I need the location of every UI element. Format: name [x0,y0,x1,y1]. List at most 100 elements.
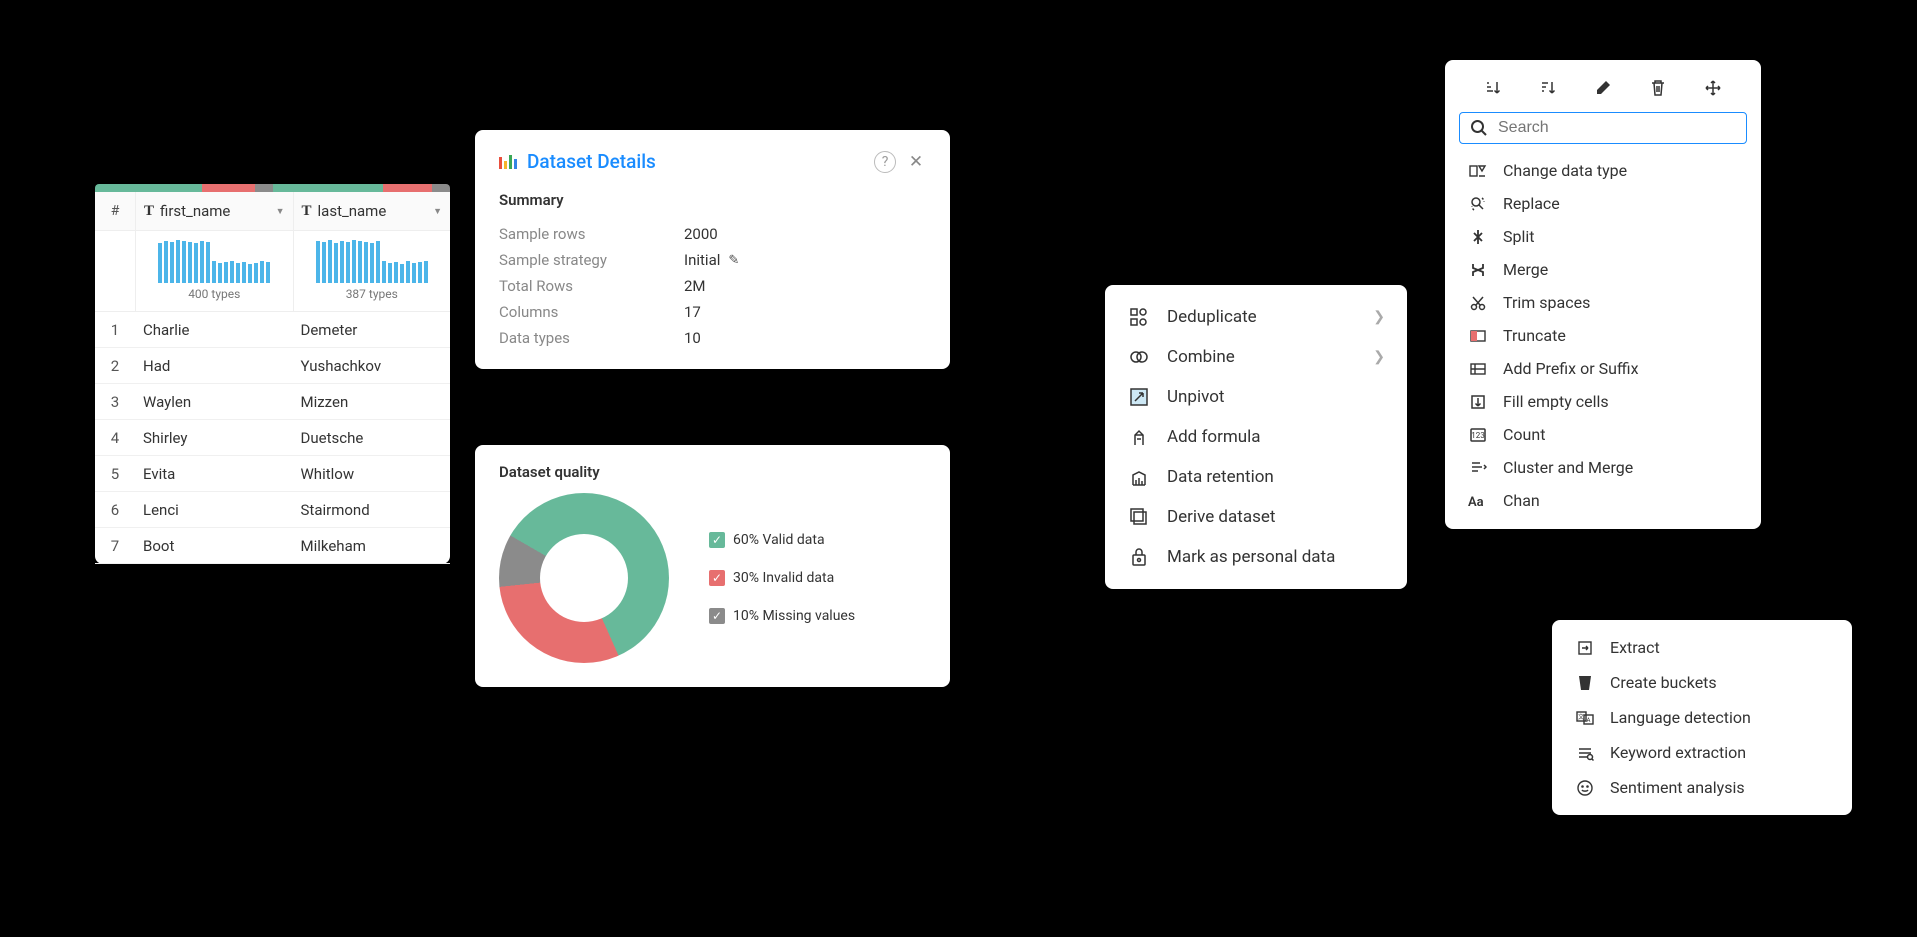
distribution-row: 400 types 387 types [95,231,450,312]
fill-icon [1467,393,1489,411]
operation-label: Mark as personal data [1167,547,1335,567]
operation-mark-as-personal-data[interactable]: Mark as personal data [1105,537,1407,577]
operation-derive-dataset[interactable]: Derive dataset [1105,497,1407,537]
extract-icon [1574,639,1596,657]
operation-deduplicate[interactable]: Deduplicate ❯ [1105,297,1407,337]
search-input[interactable] [1498,119,1736,137]
column-quality-bar [95,184,450,192]
table-row[interactable]: 4 Shirley Duetsche [95,420,450,456]
transform-merge[interactable]: Merge [1445,253,1761,286]
submenu-sentiment-analysis[interactable]: Sentiment analysis [1552,770,1852,805]
table-row[interactable]: 2 Had Yushachkov [95,348,450,384]
cell-first-name[interactable]: Shirley [135,429,293,447]
transform-trim-spaces[interactable]: Trim spaces [1445,286,1761,319]
delete-icon[interactable] [1642,74,1674,102]
chevron-down-icon[interactable]: ▼ [433,206,442,217]
cell-first-name[interactable]: Boot [135,537,293,555]
cell-first-name[interactable]: Evita [135,465,293,483]
summary-row: Sample strategy Initial✎ [499,247,926,273]
submenu-extract[interactable]: Extract [1552,630,1852,665]
table-row[interactable]: 7 Boot Milkeham [95,528,450,564]
cell-first-name[interactable]: Waylen [135,393,293,411]
row-index: 6 [95,501,135,519]
help-icon[interactable]: ? [874,151,896,173]
table-row[interactable]: 6 Lenci Stairmond [95,492,450,528]
cell-first-name[interactable]: Charlie [135,321,293,339]
transform-submenu: Extract Create buckets 文A Language detec… [1552,620,1852,815]
edit-pencil-icon[interactable]: ✎ [728,253,739,268]
sentiment-icon [1574,779,1596,797]
transform-cluster-and-merge[interactable]: Cluster and Merge [1445,451,1761,484]
summary-row: Total Rows 2M [499,273,926,299]
chevron-right-icon: ❯ [1373,309,1385,325]
combine-icon [1127,347,1151,367]
sort-asc-icon[interactable] [1477,74,1509,102]
operation-add-formula[interactable]: Add formula [1105,417,1407,457]
operation-combine[interactable]: Combine ❯ [1105,337,1407,377]
column-name-label: last_name [318,202,428,220]
table-row[interactable]: 5 Evita Whitlow [95,456,450,492]
transform-fill-empty-cells[interactable]: Fill empty cells [1445,385,1761,418]
prefix-suffix-icon [1467,360,1489,378]
count-icon: 123 [1467,426,1489,444]
column-header-last-name[interactable]: T last_name ▼ [293,192,451,230]
operation-label: Add formula [1167,427,1261,447]
operation-unpivot[interactable]: Unpivot [1105,377,1407,417]
cell-last-name[interactable]: Duetsche [293,429,451,447]
types-count-label: 387 types [346,287,398,301]
submenu-language-detection[interactable]: 文A Language detection [1552,700,1852,735]
column-header-first-name[interactable]: T first_name ▼ [135,192,293,230]
transform-chan[interactable]: Aa Chan [1445,484,1761,517]
cell-last-name[interactable]: Milkeham [293,537,451,555]
submenu-keyword-extraction[interactable]: Keyword extraction [1552,735,1852,770]
table-row[interactable]: 3 Waylen Mizzen [95,384,450,420]
cell-last-name[interactable]: Mizzen [293,393,451,411]
transform-label: Count [1503,425,1545,444]
app-logo-icon [499,155,517,169]
transform-count[interactable]: 123 Count [1445,418,1761,451]
summary-value: 10 [684,329,701,347]
cell-first-name[interactable]: Had [135,357,293,375]
cell-last-name[interactable]: Whitlow [293,465,451,483]
cell-last-name[interactable]: Demeter [293,321,451,339]
derive-icon [1127,507,1151,527]
table-row[interactable]: 1 Charlie Demeter [95,312,450,348]
grid-header: # T first_name ▼ T last_name ▼ [95,192,450,231]
distribution-last-name[interactable]: 387 types [293,231,451,311]
transform-truncate[interactable]: Truncate [1445,319,1761,352]
cell-first-name[interactable]: Lenci [135,501,293,519]
unpivot-icon [1127,387,1151,407]
dataset-quality-panel: Dataset quality ✓ 60% Valid data ✓ 30% I… [475,445,950,687]
transform-replace[interactable]: Replace [1445,187,1761,220]
panel-title: Dataset Details [527,150,864,173]
transform-split[interactable]: Split [1445,220,1761,253]
move-icon[interactable] [1697,74,1729,102]
transform-add-prefix-or-suffix[interactable]: Add Prefix or Suffix [1445,352,1761,385]
summary-key: Total Rows [499,277,684,295]
edit-icon[interactable] [1587,74,1619,102]
column-name-label: first_name [160,202,270,220]
quality-donut-chart [499,493,669,663]
text-type-icon: T [144,203,154,220]
submenu-label: Language detection [1610,708,1751,727]
row-index: 3 [95,393,135,411]
submenu-create-buckets[interactable]: Create buckets [1552,665,1852,700]
transform-change-data-type[interactable]: Change data type [1445,154,1761,187]
cell-last-name[interactable]: Yushachkov [293,357,451,375]
transform-label: Trim spaces [1503,293,1590,312]
merge-icon [1467,261,1489,279]
close-icon[interactable]: ✕ [906,152,926,172]
distribution-first-name[interactable]: 400 types [135,231,293,311]
legend-item: ✓ 30% Invalid data [709,570,855,586]
cell-last-name[interactable]: Stairmond [293,501,451,519]
trim-icon [1467,294,1489,312]
operation-data-retention[interactable]: Data retention [1105,457,1407,497]
summary-row: Data types 10 [499,325,926,351]
summary-heading: Summary [499,191,926,209]
transform-search[interactable] [1459,112,1747,144]
chevron-down-icon[interactable]: ▼ [276,206,285,217]
transform-label: Chan [1503,491,1540,510]
sort-desc-icon[interactable] [1532,74,1564,102]
submenu-label: Create buckets [1610,673,1717,692]
row-index: 7 [95,537,135,555]
